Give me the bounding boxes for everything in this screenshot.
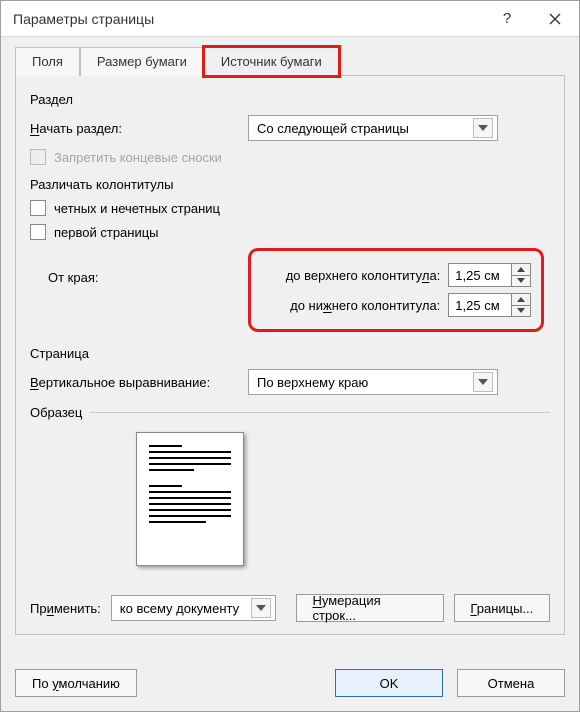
header-distance-input[interactable]: 1,25 см <box>448 263 512 287</box>
cancel-button[interactable]: Отмена <box>457 669 565 697</box>
suppress-endnotes-checkbox <box>30 149 46 165</box>
spinner-down-icon[interactable] <box>512 276 530 287</box>
close-icon <box>549 13 561 25</box>
footer-distance-input[interactable]: 1,25 см <box>448 293 512 317</box>
first-page-row: первой страницы <box>30 224 550 240</box>
spinner-up-icon[interactable] <box>512 294 530 306</box>
first-page-label: первой страницы <box>54 225 159 240</box>
header-distance-spinner[interactable] <box>512 263 531 287</box>
valign-value: По верхнему краю <box>257 375 368 390</box>
tab-paper-size[interactable]: Размер бумаги <box>80 47 204 76</box>
footer-distance-row: до нижнего колонтитула: 1,25 см <box>261 293 531 317</box>
apply-combo[interactable]: ко всему документу <box>111 595 276 621</box>
apply-label: Применить: <box>30 601 101 616</box>
dialog-content: Поля Размер бумаги Источник бумаги Разде… <box>1 37 579 645</box>
apply-row: Применить: ко всему документу Нумерация … <box>30 594 550 622</box>
page-preview <box>136 432 244 566</box>
section-title-razdel: Раздел <box>30 92 550 107</box>
valign-row: Вертикальное выравнивание: По верхнему к… <box>30 369 550 395</box>
titlebar: Параметры страницы ? <box>1 1 579 37</box>
header-distance-row: до верхнего колонтитула: 1,25 см <box>261 263 531 287</box>
footer-distance-label: до нижнего колонтитула: <box>261 298 440 313</box>
from-edge-label: От края: <box>48 248 248 285</box>
header-distance-label: до верхнего колонтитула: <box>261 268 440 283</box>
apply-value: ко всему документу <box>120 601 239 616</box>
suppress-endnotes-label: Запретить концевые сноски <box>54 150 222 165</box>
tabs: Поля Размер бумаги Источник бумаги <box>15 47 565 76</box>
spinner-down-icon[interactable] <box>512 306 530 317</box>
preview-title: Образец <box>30 405 82 420</box>
section-title-headers: Различать колонтитулы <box>30 177 550 192</box>
chevron-down-icon <box>473 372 493 392</box>
valign-combo[interactable]: По верхнему краю <box>248 369 498 395</box>
chevron-down-icon <box>251 598 271 618</box>
tab-fields[interactable]: Поля <box>15 47 80 76</box>
footer-distance-spinner[interactable] <box>512 293 531 317</box>
first-page-checkbox[interactable] <box>30 224 46 240</box>
suppress-endnotes-row: Запретить концевые сноски <box>30 149 550 165</box>
tab-paper-source[interactable]: Источник бумаги <box>204 47 339 76</box>
odd-even-label: четных и нечетных страниц <box>54 201 220 216</box>
dialog-window: Параметры страницы ? Поля Размер бумаги … <box>0 0 580 712</box>
section-title-page: Страница <box>30 346 550 361</box>
borders-button[interactable]: Границы... <box>454 594 550 622</box>
help-button[interactable]: ? <box>483 1 531 36</box>
dialog-footer: По умолчанию OK Отмена <box>15 669 565 697</box>
preview-section-header: Образец <box>30 405 550 420</box>
start-section-value: Со следующей страницы <box>257 121 409 136</box>
dialog-title: Параметры страницы <box>13 11 154 27</box>
chevron-down-icon <box>473 118 493 138</box>
default-button[interactable]: По умолчанию <box>15 669 137 697</box>
from-edge-row: От края: до верхнего колонтитула: 1,25 с… <box>30 248 550 332</box>
odd-even-checkbox[interactable] <box>30 200 46 216</box>
line-numbers-button[interactable]: Нумерация строк... <box>296 594 444 622</box>
ok-button[interactable]: OK <box>335 669 443 697</box>
valign-label: Вертикальное выравнивание: <box>30 375 248 390</box>
start-section-row: Начать раздел: Со следующей страницы <box>30 115 550 141</box>
spinner-up-icon[interactable] <box>512 264 530 276</box>
tab-panel: Раздел Начать раздел: Со следующей стран… <box>15 76 565 635</box>
window-controls: ? <box>483 1 579 36</box>
header-footer-highlight: до верхнего колонтитула: 1,25 см до нижн… <box>248 248 544 332</box>
start-section-label: Начать раздел: <box>30 121 248 136</box>
close-button[interactable] <box>531 1 579 36</box>
odd-even-row: четных и нечетных страниц <box>30 200 550 216</box>
start-section-combo[interactable]: Со следующей страницы <box>248 115 498 141</box>
